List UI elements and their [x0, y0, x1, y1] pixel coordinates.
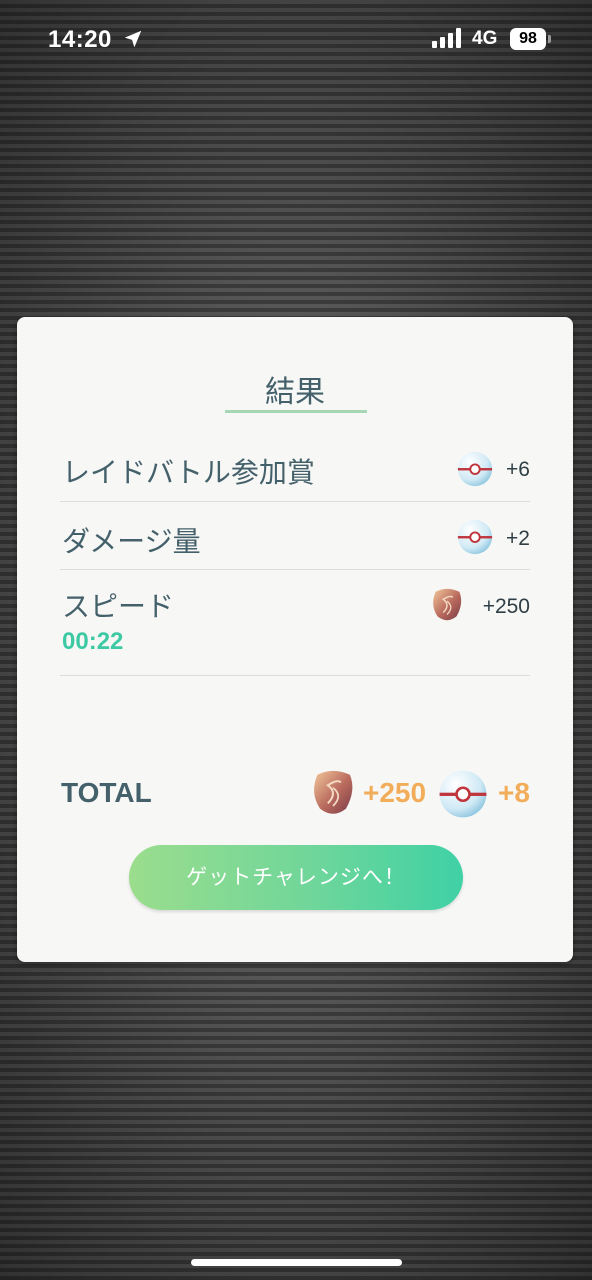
title-underline	[225, 410, 367, 413]
battery-tip	[548, 35, 551, 43]
premier-ball-icon	[457, 451, 493, 487]
results-card: 結果 レイドバトル参加賞 +6 ダメージ量 +2 スピード 00:22 +250…	[17, 317, 573, 962]
premier-ball-icon	[457, 519, 493, 555]
rare-candy-icon	[314, 770, 353, 814]
status-bar: 14:20 4G 98	[0, 0, 592, 80]
home-indicator[interactable]	[191, 1259, 402, 1266]
status-time: 14:20	[48, 26, 112, 53]
result-row-raid-participation: レイドバトル参加賞 +6	[60, 437, 530, 502]
network-type: 4G	[472, 28, 498, 49]
total-label: TOTAL	[61, 777, 152, 808]
result-row-speed: スピード 00:22 +250	[60, 570, 530, 676]
rare-candy-icon	[433, 588, 462, 621]
total-ball-value: +8	[498, 777, 530, 808]
row-value: +2	[506, 527, 530, 550]
row-label: レイドバトル参加賞	[62, 456, 315, 489]
row-value: +250	[482, 595, 530, 618]
location-arrow-icon	[124, 30, 142, 48]
signal-strength-icon	[432, 28, 461, 48]
get-challenge-button[interactable]: ゲットチャレンジへ！	[129, 845, 463, 910]
row-label: スピード	[62, 590, 175, 623]
card-title: 結果	[265, 375, 325, 410]
premier-ball-icon	[439, 770, 487, 818]
result-row-damage: ダメージ量 +2	[60, 502, 530, 570]
total-candy-value: +250	[363, 777, 427, 808]
row-value: +6	[506, 458, 530, 481]
row-label: ダメージ量	[62, 525, 201, 558]
speed-time: 00:22	[62, 628, 124, 655]
battery-icon: 98	[510, 28, 546, 50]
